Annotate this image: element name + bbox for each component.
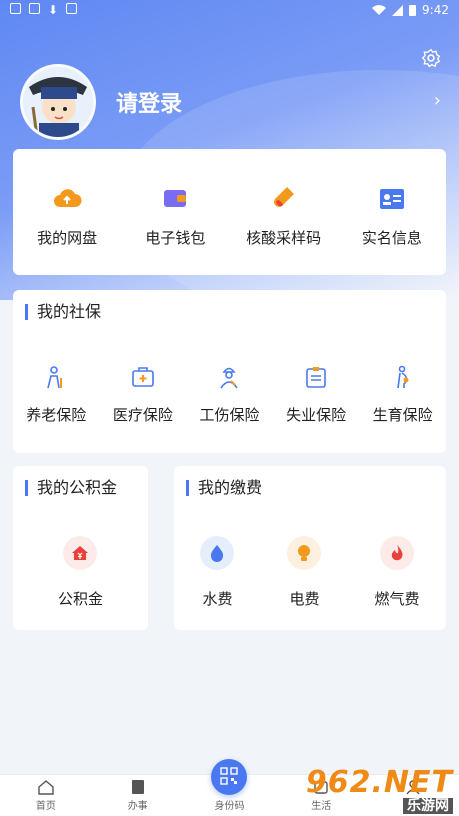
insurance-label: 养老保险 xyxy=(26,406,87,424)
document-icon xyxy=(131,780,144,794)
clipboard-icon xyxy=(306,367,326,388)
quick-links-card: 我的网盘 电子钱包 核酸采样码 实名信息 xyxy=(13,149,446,275)
cartoon-avatar-icon xyxy=(29,77,87,137)
payment-water[interactable]: 水费 xyxy=(200,536,235,609)
social-security-card: 我的社保 养老保险 医疗保险 工伤保险 失业保险 生育保险 xyxy=(13,290,446,453)
payment-label: 水费 xyxy=(202,590,233,608)
injured-worker-icon xyxy=(220,367,239,389)
insurance-injury[interactable]: 工伤保险 xyxy=(186,364,273,425)
tab-label: 身份码 xyxy=(214,801,245,812)
insurance-label: 失业保险 xyxy=(286,406,347,424)
fund-label: 公积金 xyxy=(57,590,103,608)
section-title: 我的缴费 xyxy=(186,480,262,496)
insurance-pension[interactable]: 养老保险 xyxy=(13,364,100,425)
quick-link-wallet[interactable]: 电子钱包 xyxy=(121,183,229,248)
quick-link-label: 核酸采样码 xyxy=(246,229,322,247)
download-icon: ⬇ xyxy=(48,3,59,17)
insurance-maternity[interactable]: 生育保险 xyxy=(359,364,446,425)
home-icon xyxy=(38,780,54,795)
battery-icon xyxy=(409,5,417,16)
flame-icon xyxy=(379,536,414,570)
tab-label: 办事 xyxy=(127,801,148,812)
avatar[interactable] xyxy=(20,64,96,140)
section-title: 我的社保 xyxy=(25,304,101,320)
chevron-right-icon[interactable]: › xyxy=(434,90,441,111)
quick-link-label: 电子钱包 xyxy=(145,229,206,247)
qr-code-icon xyxy=(211,759,248,795)
signal-icon xyxy=(392,4,404,16)
pregnant-woman-icon xyxy=(396,365,409,389)
payment-gas[interactable]: 燃气费 xyxy=(374,536,419,609)
quick-link-real-name[interactable]: 实名信息 xyxy=(338,183,446,248)
elderly-person-icon xyxy=(47,366,63,389)
medical-kit-icon xyxy=(132,367,154,387)
payment-electricity[interactable]: 电费 xyxy=(287,536,322,609)
site-watermark: 962.NET 乐游网 xyxy=(306,768,453,814)
insurance-label: 工伤保险 xyxy=(199,406,260,424)
insurance-label: 医疗保险 xyxy=(112,406,173,424)
status-bar: ⬇ 9:42 xyxy=(0,0,459,20)
watermark-subtitle: 乐游网 xyxy=(403,798,453,814)
insurance-label: 生育保险 xyxy=(372,406,433,424)
quick-link-cloud-disk[interactable]: 我的网盘 xyxy=(13,183,121,248)
notification-icon xyxy=(10,3,21,14)
insurance-unemployment[interactable]: 失业保险 xyxy=(273,364,360,425)
wallet-icon xyxy=(164,190,187,207)
quick-link-test-code[interactable]: 核酸采样码 xyxy=(230,183,338,248)
test-tube-icon xyxy=(273,187,294,207)
settings-gear-icon[interactable] xyxy=(421,48,441,68)
image-icon xyxy=(66,3,78,14)
housing-fund-item[interactable]: 公积金 xyxy=(58,536,103,609)
id-card-icon xyxy=(379,189,404,209)
tab-label: 首页 xyxy=(35,801,56,812)
payment-label: 电费 xyxy=(289,590,320,608)
payment-card: 我的缴费 水费 电费 燃气费 xyxy=(174,466,446,630)
tab-home[interactable]: 首页 xyxy=(0,775,92,816)
tab-services[interactable]: 办事 xyxy=(92,775,184,816)
mail-icon xyxy=(29,3,40,14)
housing-fund-card: 我的公积金 公积金 xyxy=(13,466,148,630)
insurance-medical[interactable]: 医疗保险 xyxy=(100,364,187,425)
cloud-upload-icon xyxy=(54,189,82,207)
light-bulb-icon xyxy=(287,536,322,570)
login-prompt[interactable]: 请登录 xyxy=(116,86,182,118)
quick-link-label: 实名信息 xyxy=(361,229,422,247)
quick-link-label: 我的网盘 xyxy=(37,229,98,247)
tab-id-code[interactable]: 身份码 xyxy=(184,759,276,816)
section-title: 我的公积金 xyxy=(25,480,117,496)
payment-label: 燃气费 xyxy=(374,590,420,608)
watermark-brand: 962.NET xyxy=(305,765,453,800)
clock: 9:42 xyxy=(422,3,449,17)
water-drop-icon xyxy=(200,536,235,570)
house-yuan-icon xyxy=(63,536,98,570)
wifi-icon xyxy=(372,4,387,15)
